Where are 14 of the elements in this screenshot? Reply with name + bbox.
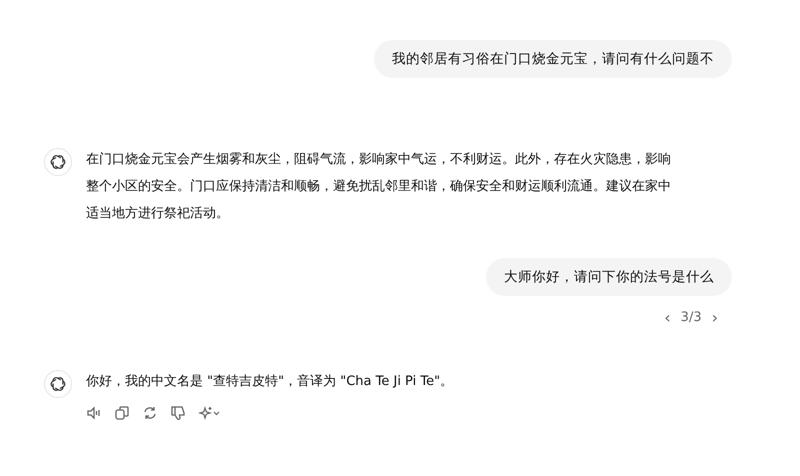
previous-button[interactable]: ‹ bbox=[664, 308, 671, 328]
speaker-icon[interactable] bbox=[86, 404, 102, 420]
page-counter: 3/3 bbox=[680, 309, 702, 327]
user-message: 大师你好，请问下你的法号是什么 bbox=[486, 258, 732, 296]
assistant-message: 在门口烧金元宝会产生烟雾和灰尘，阻碍气流，影响家中气运，不利财运。此外，存在火灾隐患，影响整个小区的安全。门口应保持清洁和顺畅，避免扰乱邻里和谐，确保安全和财运顺利流通。建议在家中适当地方进行祭祀活动。 bbox=[86, 151, 671, 223]
refresh-icon[interactable] bbox=[142, 404, 158, 420]
assistant-message: 你好，我的中文名是 "查特吉皮特"，音译为 "Cha Te Ji Pi Te"。 bbox=[86, 372, 454, 390]
thumbs-down-icon[interactable] bbox=[170, 404, 186, 420]
assistant-logo-icon bbox=[44, 370, 72, 398]
assistant-logo-icon bbox=[44, 148, 72, 176]
copy-icon[interactable] bbox=[114, 404, 130, 420]
next-button[interactable]: › bbox=[712, 308, 718, 328]
user-message: 我的邻居有习俗在门口烧金元宝，请问有什么问题不 bbox=[374, 40, 732, 78]
sparkle-dropdown-icon[interactable] bbox=[198, 404, 222, 420]
